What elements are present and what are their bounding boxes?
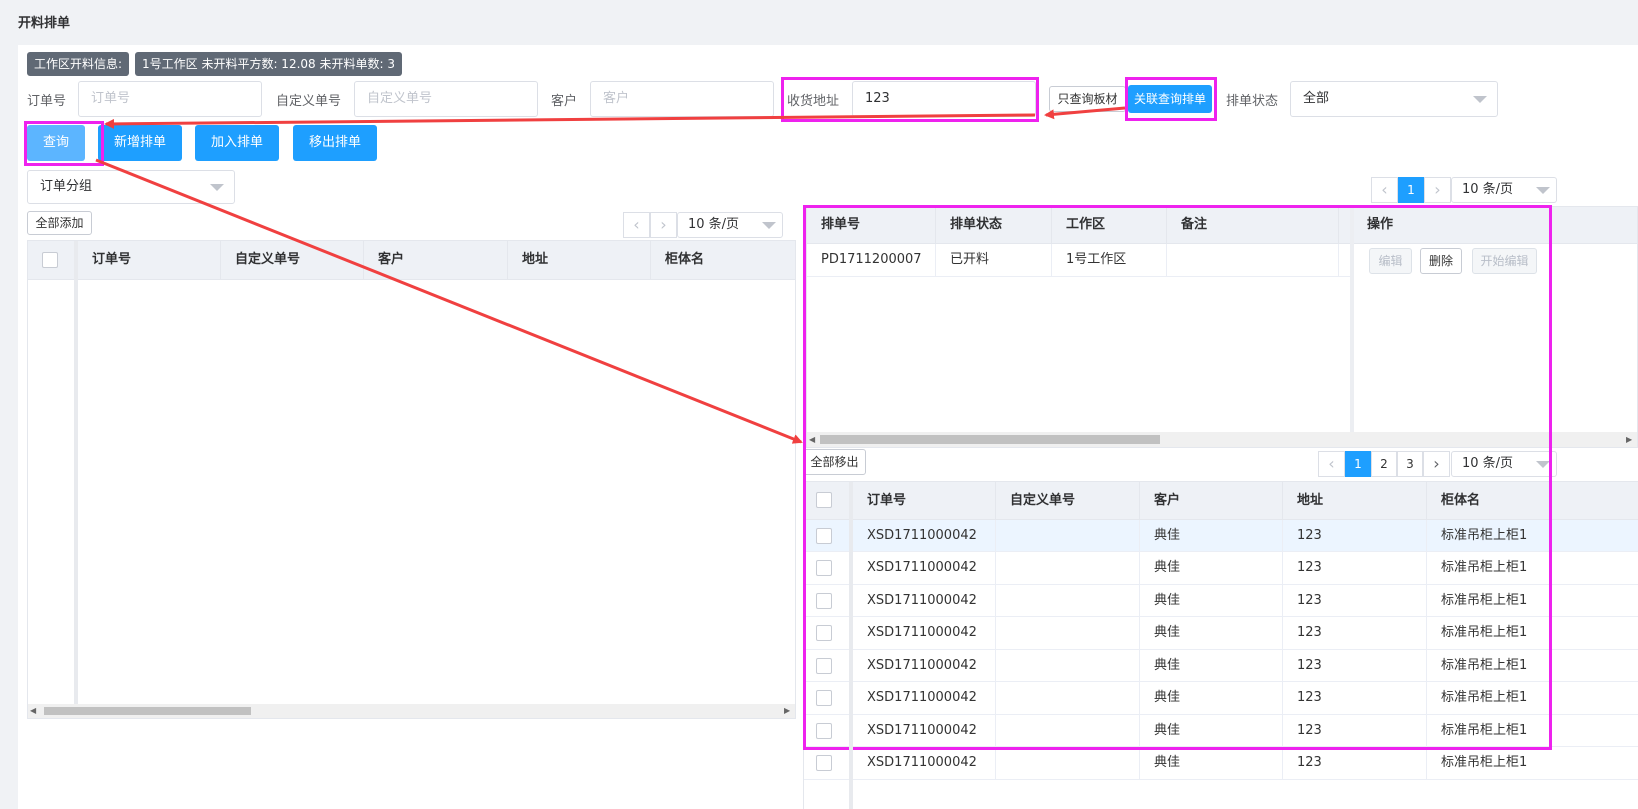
annotation-arrows	[95, 106, 1126, 444]
arrow-address-to-query	[104, 113, 1036, 129]
arrow-query-to-results	[95, 158, 803, 444]
fixed-column-shadow	[849, 482, 853, 809]
arrow-linked-to-address	[1044, 106, 1126, 120]
